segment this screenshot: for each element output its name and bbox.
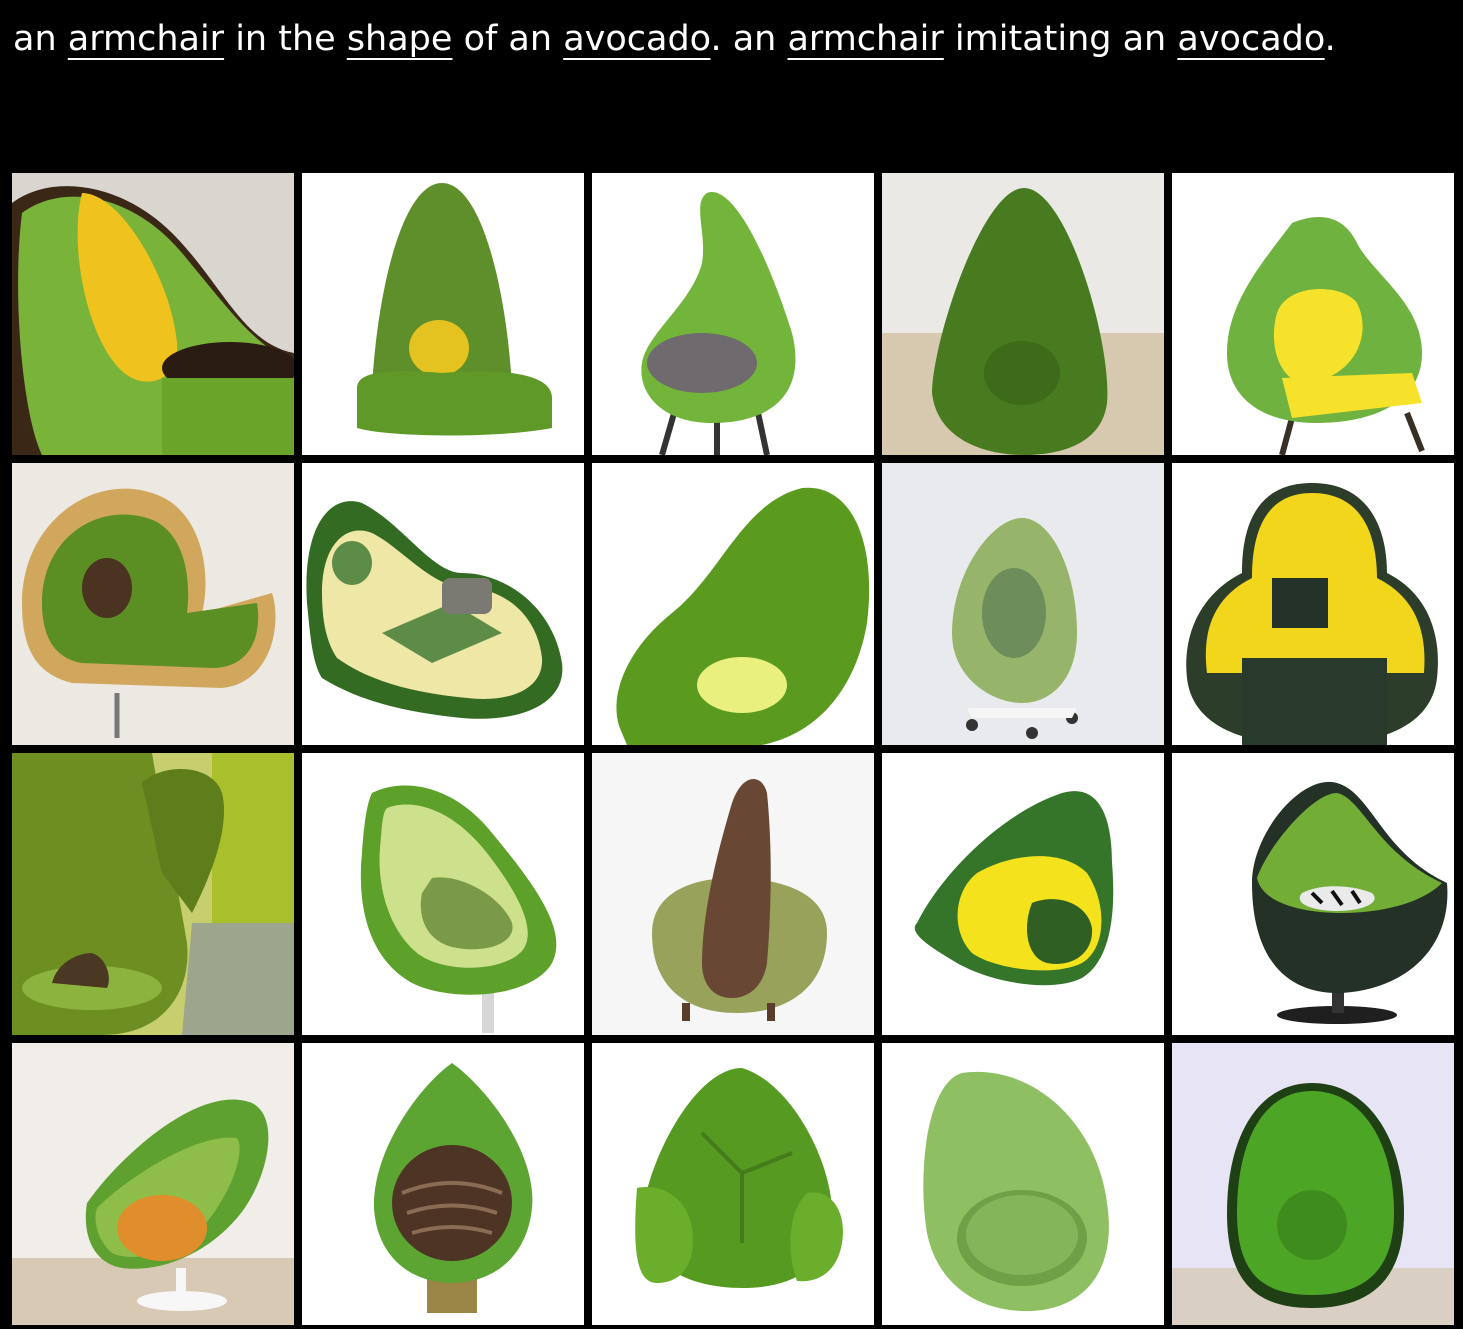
image-armchair-layered-lounge[interactable] xyxy=(12,463,294,745)
image-armchair-green-room-interior[interactable] xyxy=(12,753,294,1035)
prompt-link-armchair[interactable]: armchair xyxy=(787,19,943,59)
image-armchair-avocado-egg-legs[interactable] xyxy=(592,173,874,455)
image-grid xyxy=(12,173,1454,1325)
prompt-text: imitating an xyxy=(943,19,1178,59)
prompt-caption: an armchair in the shape of an avocado. … xyxy=(13,14,1336,64)
prompt-link-armchair[interactable]: armchair xyxy=(68,19,224,59)
armchair-illustration xyxy=(1172,753,1454,1035)
image-armchair-green-egg-lavender-wall[interactable] xyxy=(1172,1043,1454,1325)
image-armchair-brown-pit-bowl[interactable] xyxy=(592,753,874,1035)
armchair-illustration xyxy=(592,463,874,745)
armchair-illustration xyxy=(1172,1043,1454,1325)
armchair-illustration xyxy=(302,173,584,455)
armchair-illustration xyxy=(882,463,1164,745)
image-armchair-cream-chaise[interactable] xyxy=(302,463,584,745)
armchair-illustration xyxy=(882,1043,1164,1325)
image-armchair-sage-egg-wheels[interactable] xyxy=(882,463,1164,745)
image-armchair-green-yellow-ball[interactable] xyxy=(302,173,584,455)
armchair-illustration xyxy=(12,173,294,455)
image-armchair-green-yellow-pit-ottoman[interactable] xyxy=(12,173,294,455)
armchair-illustration xyxy=(1172,463,1454,745)
image-armchair-green-leaf-sofa[interactable] xyxy=(592,1043,874,1325)
prompt-link-shape[interactable]: shape xyxy=(347,19,453,59)
image-armchair-light-green-pod[interactable] xyxy=(882,1043,1164,1325)
image-armchair-half-avocado-swivel[interactable] xyxy=(302,753,584,1035)
armchair-illustration xyxy=(592,1043,874,1325)
prompt-text: an xyxy=(13,19,68,59)
armchair-illustration xyxy=(882,173,1164,455)
image-armchair-avocado-yellow-seat[interactable] xyxy=(1172,173,1454,455)
prompt-text: in the xyxy=(224,19,347,59)
prompt-link-avocado[interactable]: avocado xyxy=(1177,19,1324,59)
prompt-text: . an xyxy=(710,19,788,59)
image-armchair-dark-bowl-pedestal[interactable] xyxy=(1172,753,1454,1035)
armchair-illustration xyxy=(12,753,294,1035)
armchair-illustration xyxy=(1172,173,1454,455)
image-armchair-avocado-yellow-lounger[interactable] xyxy=(882,753,1164,1035)
armchair-illustration xyxy=(12,463,294,745)
image-armchair-green-shell-orange-cushion[interactable] xyxy=(12,1043,294,1325)
image-armchair-green-wave-cushion[interactable] xyxy=(592,463,874,745)
prompt-link-avocado[interactable]: avocado xyxy=(563,19,710,59)
armchair-illustration xyxy=(592,173,874,455)
armchair-illustration xyxy=(882,753,1164,1035)
armchair-illustration xyxy=(592,753,874,1035)
armchair-illustration xyxy=(302,1043,584,1325)
image-armchair-green-drop-brown-seat[interactable] xyxy=(302,1043,584,1325)
image-armchair-dark-green-cone[interactable] xyxy=(882,173,1164,455)
armchair-illustration xyxy=(12,1043,294,1325)
image-armchair-yellow-pear-black-cushion[interactable] xyxy=(1172,463,1454,745)
prompt-text: . xyxy=(1324,19,1336,59)
armchair-illustration xyxy=(302,753,584,1035)
prompt-text: of an xyxy=(452,19,564,59)
armchair-illustration xyxy=(302,463,584,745)
